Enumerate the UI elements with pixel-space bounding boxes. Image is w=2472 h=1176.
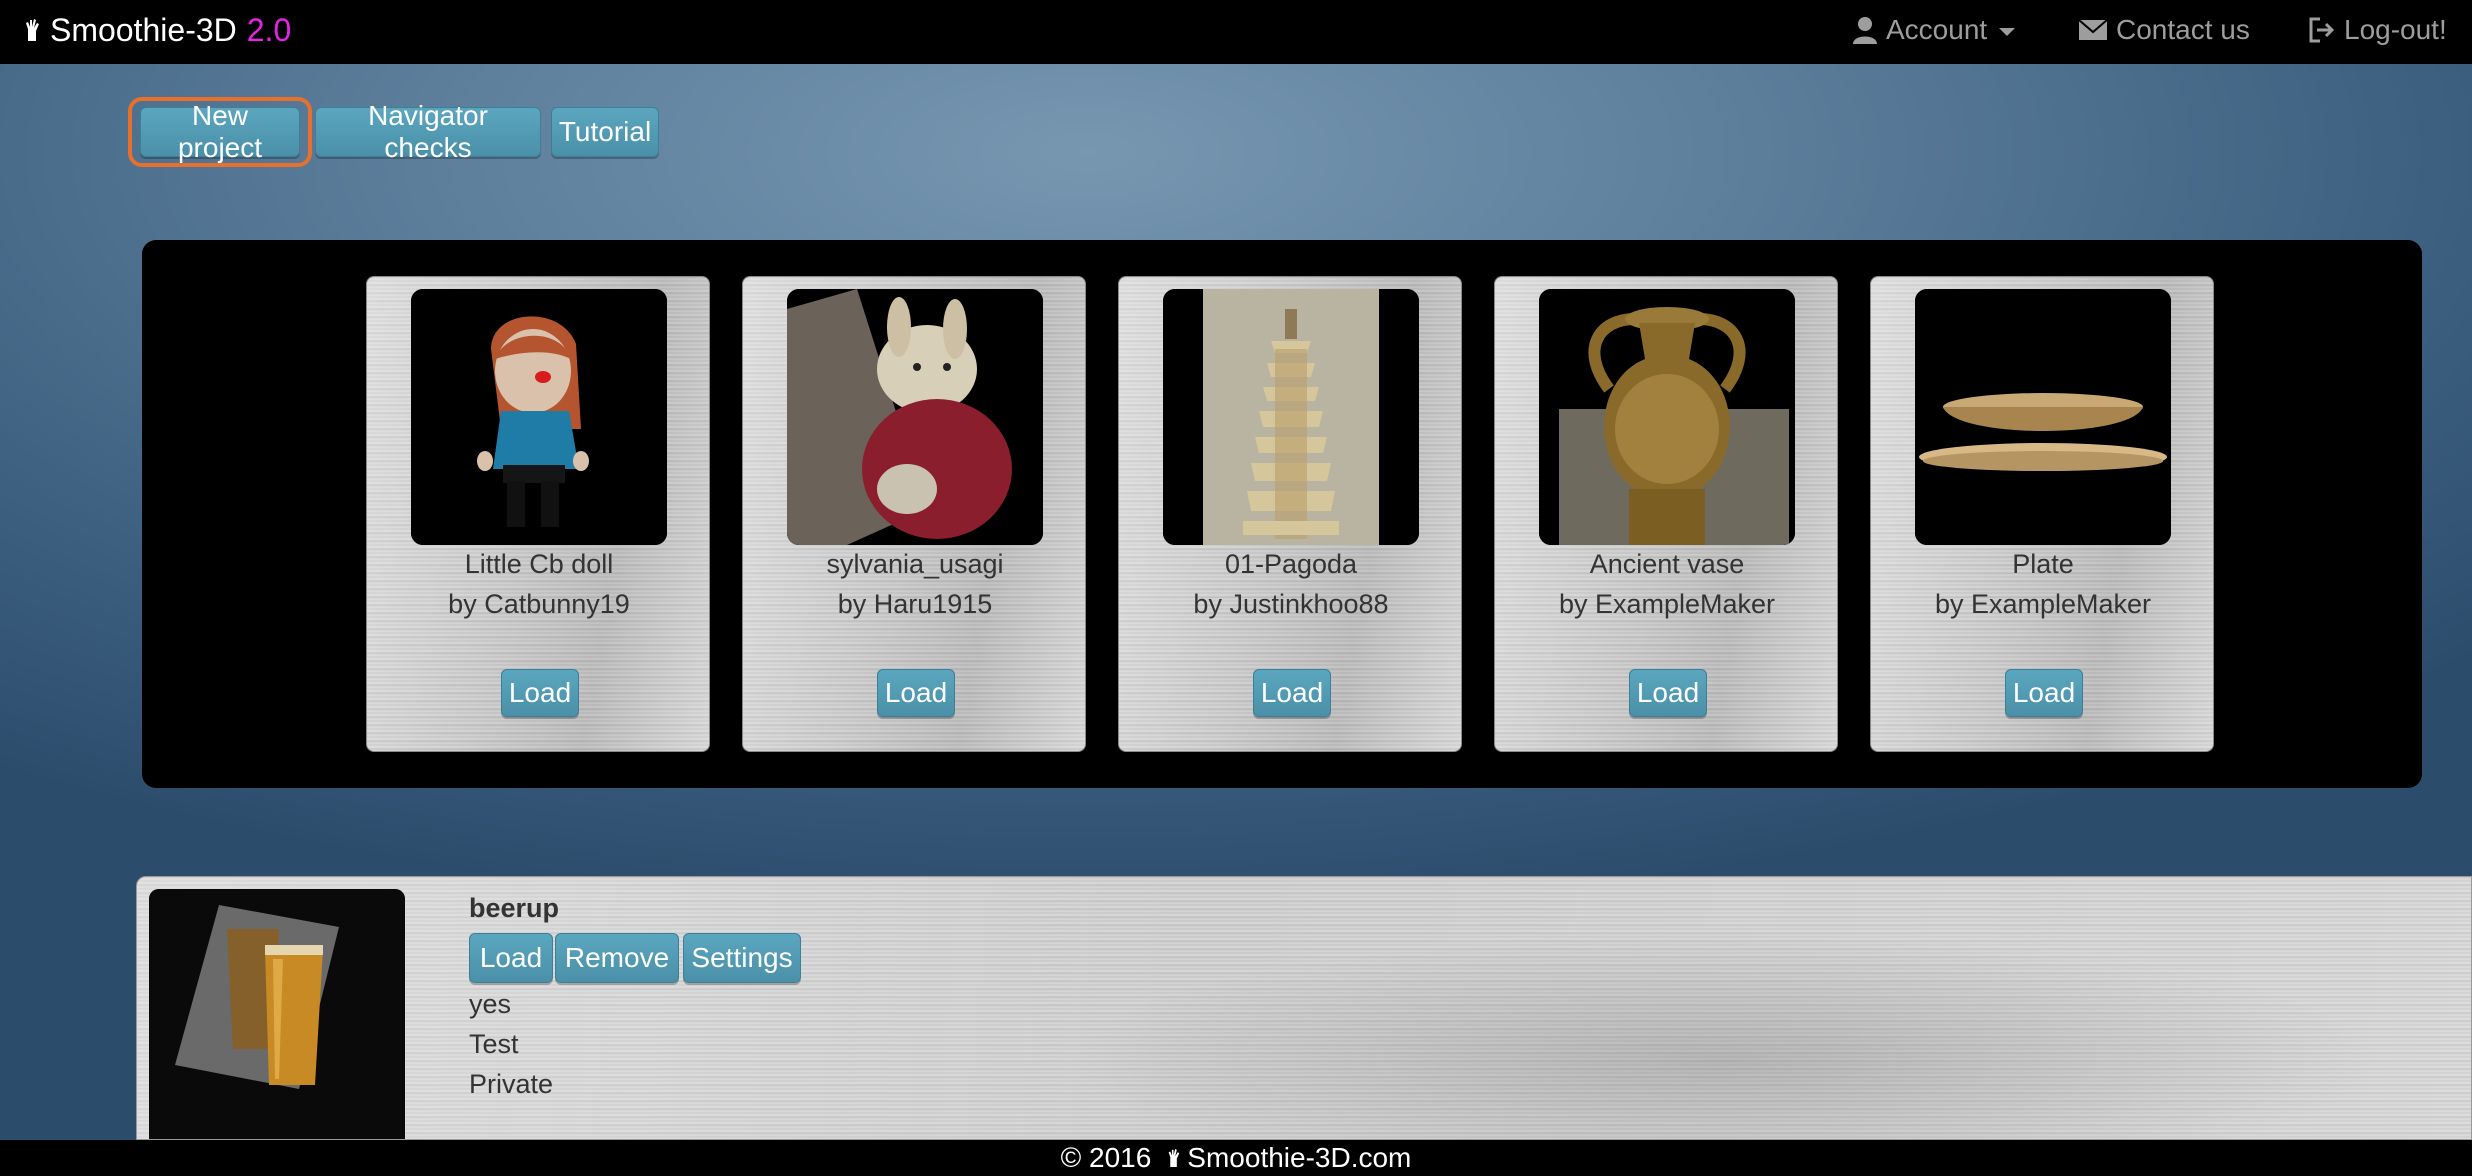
logout-link[interactable]: Log-out!	[2308, 10, 2447, 50]
model-thumbnail[interactable]	[787, 289, 1043, 545]
gallery-card: Plate by ExampleMaker Load	[1870, 276, 2214, 752]
project-remove-button[interactable]: Remove	[555, 933, 679, 983]
project-visibility: Private	[469, 1069, 554, 1099]
project-load-button[interactable]: Load	[469, 933, 553, 983]
new-project-button[interactable]: New project	[140, 100, 300, 163]
model-author: by Justinkhoo88	[1193, 589, 1389, 619]
logout-label: Log-out!	[2344, 14, 2447, 45]
bunny-image	[787, 289, 1043, 545]
hand-logo-icon	[26, 19, 39, 41]
model-title: Ancient vase	[1589, 549, 1745, 579]
caret-down-icon	[1999, 28, 2016, 36]
brand-link[interactable]: Smoothie-3D 2.0	[24, 10, 291, 50]
brand-version: 2.0	[246, 11, 292, 48]
tutorial-button[interactable]: Tutorial	[551, 107, 659, 157]
model-thumbnail[interactable]	[1915, 289, 2171, 545]
footer-copyright: © 2016	[1060, 1142, 1152, 1173]
hand-logo-icon	[1168, 1149, 1180, 1167]
load-button[interactable]: Load	[1629, 669, 1707, 717]
envelope-icon	[2078, 19, 2108, 40]
model-author: by ExampleMaker	[1934, 589, 2152, 619]
model-author: by ExampleMaker	[1558, 589, 1776, 619]
model-title: Little Cb doll	[464, 549, 614, 579]
model-author: by Catbunny19	[448, 589, 630, 619]
gallery-card: Little Cb doll by Catbunny19 Load	[366, 276, 710, 752]
contact-label: Contact us	[2116, 14, 2250, 45]
navigator-checks-button[interactable]: Navigator checks	[315, 100, 541, 163]
project-panel: beerup Load Remove Settings yes Test Pri…	[136, 876, 2472, 1140]
contact-link[interactable]: Contact us	[2078, 10, 2250, 50]
logout-icon	[2309, 17, 2335, 43]
model-author: by Haru1915	[837, 589, 993, 619]
featured-gallery: Little Cb doll by Catbunny19 Load sylvan…	[142, 240, 2422, 788]
model-title: 01-Pagoda	[1224, 549, 1358, 579]
model-thumbnail[interactable]	[1163, 289, 1419, 545]
pagoda-image	[1163, 289, 1419, 545]
project-thumbnail[interactable]	[149, 889, 405, 1139]
model-thumbnail[interactable]	[1539, 289, 1795, 545]
load-button[interactable]: Load	[1253, 669, 1331, 717]
beer-image	[149, 889, 405, 1139]
project-settings-button[interactable]: Settings	[683, 933, 801, 983]
project-name: beerup	[469, 893, 560, 923]
gallery-card: Ancient vase by ExampleMaker Load	[1494, 276, 1838, 752]
brand-name: Smoothie-3D	[50, 11, 237, 48]
footer-site-link[interactable]: Smoothie-3D.com	[1187, 1142, 1411, 1174]
model-title: sylvania_usagi	[826, 549, 1004, 579]
load-button[interactable]: Load	[2005, 669, 2083, 717]
account-label: Account	[1886, 14, 1988, 45]
load-button[interactable]: Load	[877, 669, 955, 717]
model-thumbnail[interactable]	[411, 289, 667, 545]
project-info-line: Test	[469, 1029, 519, 1059]
gallery-card: sylvania_usagi by Haru1915 Load	[742, 276, 1086, 752]
project-info-line: yes	[469, 989, 512, 1019]
vase-image	[1539, 289, 1795, 545]
account-menu[interactable]: Account	[1852, 10, 2016, 50]
model-title: Plate	[2012, 549, 2074, 579]
navbar: Smoothie-3D 2.0 Account Contact us Log-o…	[0, 0, 2472, 64]
user-icon	[1853, 17, 1877, 44]
load-button[interactable]: Load	[501, 669, 579, 717]
plate-image	[1915, 289, 2171, 545]
gallery-card: 01-Pagoda by Justinkhoo88 Load	[1118, 276, 1462, 752]
doll-image	[411, 289, 667, 545]
footer: © 2016 Smoothie-3D.com	[0, 1140, 2472, 1176]
